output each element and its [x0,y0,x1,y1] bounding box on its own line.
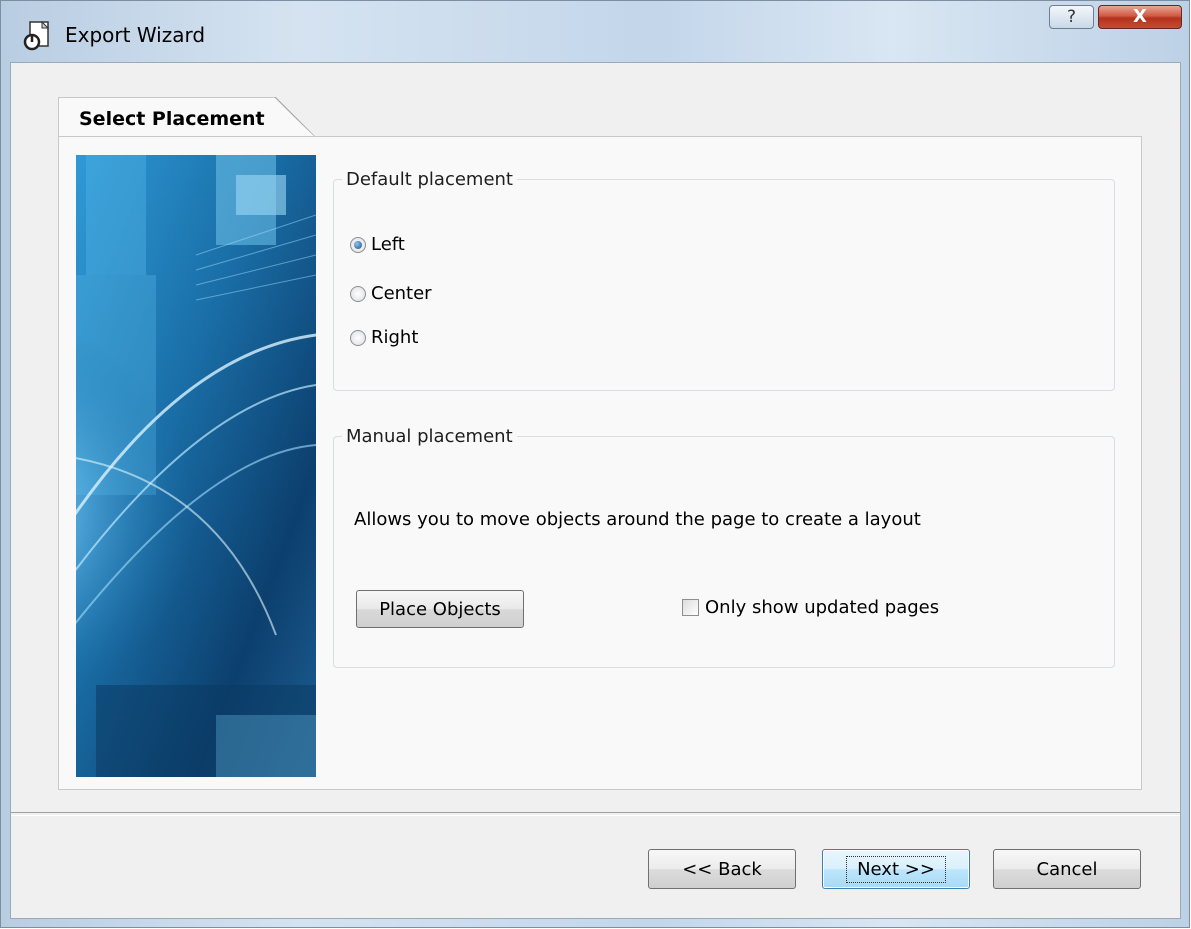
radio-center-button[interactable] [350,285,366,302]
radio-right-label[interactable]: Right [371,327,418,348]
radio-right-button[interactable] [350,329,366,346]
export-wizard-window: Export Wizard ? X Select Placement Defau… [0,0,1190,928]
radio-right[interactable]: Right [350,327,418,348]
radio-center-label[interactable]: Center [371,283,432,304]
default-placement-group: Default placement Left Center Right [333,169,1115,391]
window-title: Export Wizard [65,23,206,47]
manual-placement-legend: Manual placement [346,426,513,447]
wizard-side-image [76,155,316,777]
tab-select-placement[interactable]: Select Placement [58,97,275,139]
only-updated-pages-checkbox[interactable]: Only show updated pages [682,597,939,618]
place-objects-button[interactable]: Place Objects [356,590,524,628]
tab-page: Default placement Left Center Right Manu… [58,136,1142,790]
default-placement-legend: Default placement [346,169,513,190]
help-icon[interactable]: ? [1049,5,1094,29]
next-button-label[interactable]: Next >> [846,855,946,883]
only-updated-pages-label[interactable]: Only show updated pages [705,597,939,618]
wizard-client-area: Select Placement Default placement Left … [10,62,1181,919]
radio-left-button[interactable] [350,236,366,253]
manual-placement-description: Allows you to move objects around the pa… [354,509,921,530]
cancel-button[interactable]: Cancel [993,849,1141,889]
checkbox-box[interactable] [682,599,699,616]
radio-left[interactable]: Left [350,234,405,255]
radio-center[interactable]: Center [350,283,432,304]
close-icon[interactable]: X [1098,5,1182,29]
back-button[interactable]: << Back [648,849,796,889]
radio-left-label[interactable]: Left [371,234,405,255]
tab-label: Select Placement [79,108,265,130]
next-button[interactable]: Next >> [822,849,970,889]
tab-edge [273,97,316,138]
manual-placement-group: Manual placement Allows you to move obje… [333,426,1115,668]
footer-separator [11,812,1180,816]
export-wizard-icon [23,20,50,51]
title-bar[interactable]: Export Wizard ? X [1,1,1189,63]
